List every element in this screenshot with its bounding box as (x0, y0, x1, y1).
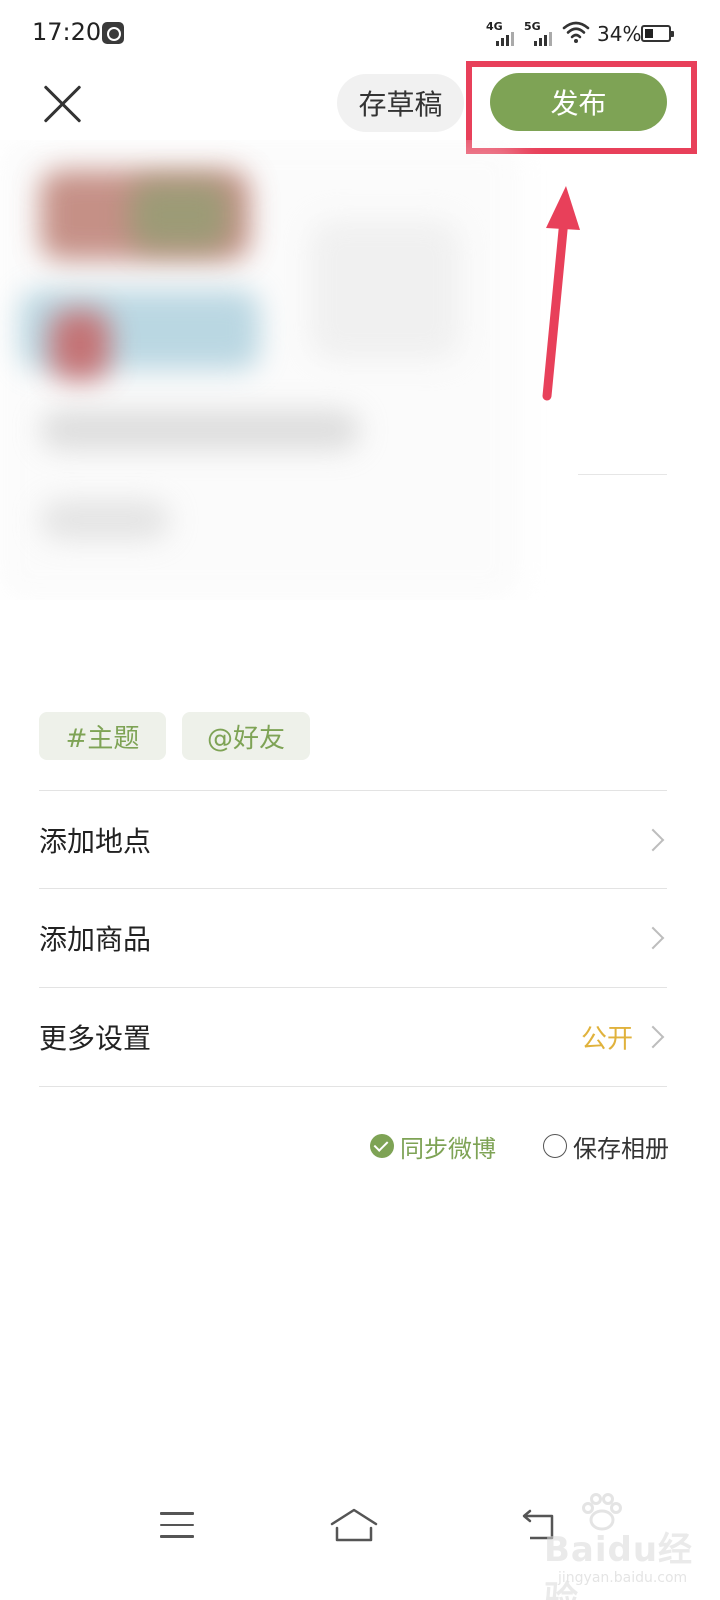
sync-weibo-label: 同步微博 (400, 1134, 496, 1163)
chevron-right-icon (641, 926, 665, 950)
save-album-label: 保存相册 (573, 1134, 669, 1163)
save-draft-button[interactable]: 存草稿 (337, 74, 464, 132)
row-label: 添加商品 (39, 923, 152, 956)
visibility-value: 公开 (580, 1024, 633, 1055)
app-notification-icon (102, 22, 124, 44)
wifi-icon (562, 21, 590, 43)
more-settings-row[interactable]: 更多设置 公开 (39, 988, 667, 1086)
blurred-post-content (0, 140, 720, 600)
battery-icon (641, 25, 674, 42)
row-label: 更多设置 (39, 1022, 152, 1055)
chevron-right-icon (641, 1025, 665, 1049)
chevron-right-icon (641, 828, 665, 852)
check-circle-icon (370, 1134, 394, 1158)
watermark-text: Baidu经验 (544, 1530, 694, 1600)
battery-percent: 34% (597, 22, 642, 46)
sync-weibo-checkbox[interactable]: 同步微博 (370, 1130, 496, 1163)
add-product-row[interactable]: 添加商品 (39, 889, 667, 987)
signal-5g-icon: 5G (524, 20, 558, 46)
signal-4g-icon: 4G (486, 20, 520, 46)
status-time: 17:20 (32, 18, 102, 46)
row-label: 添加地点 (39, 825, 152, 858)
empty-circle-icon (543, 1134, 567, 1158)
baidu-watermark: Baidu经验 jingyan.baidu.com (522, 1492, 712, 1600)
mention-friend-button[interactable]: @好友 (182, 712, 310, 760)
divider (39, 1086, 667, 1087)
nav-home-icon[interactable] (330, 1506, 378, 1544)
nav-menu-icon[interactable] (160, 1512, 194, 1540)
watermark-url: jingyan.baidu.com (558, 1570, 688, 1586)
add-location-row[interactable]: 添加地点 (39, 791, 667, 889)
close-icon[interactable] (40, 82, 84, 126)
save-album-checkbox[interactable]: 保存相册 (543, 1130, 669, 1163)
status-bar: 17:20 4G 5G 34% (0, 0, 720, 66)
topic-tag-button[interactable]: #主题 (39, 712, 166, 760)
